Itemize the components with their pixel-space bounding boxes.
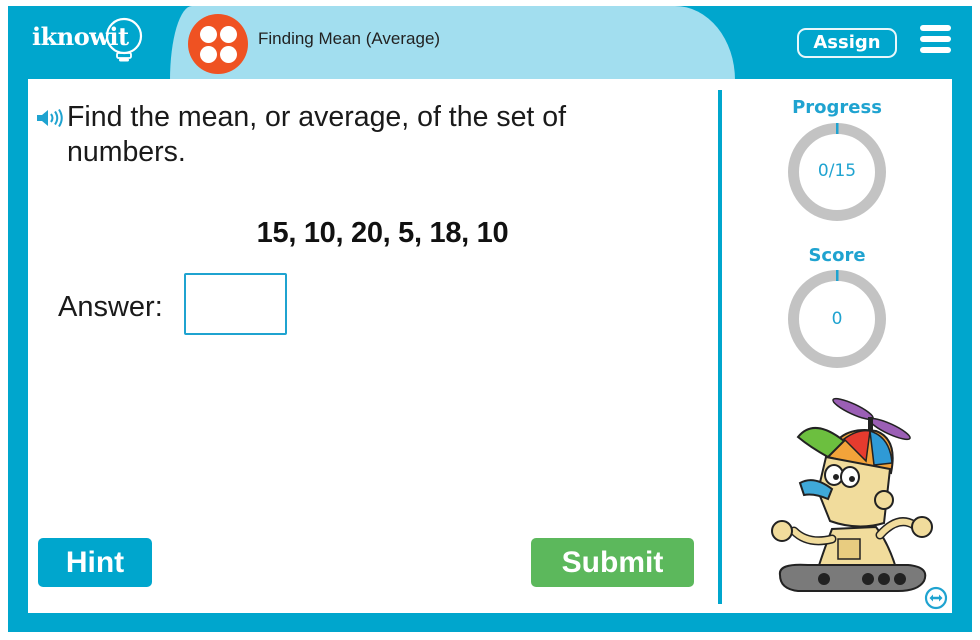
number-set: 15, 10, 20, 5, 18, 10 [256, 217, 509, 249]
progress-label: Progress [792, 97, 882, 118]
activity-title: Finding Mean (Average) [258, 29, 441, 48]
robot-mascot [771, 397, 933, 592]
progress-value: 0/15 [817, 161, 857, 181]
submit-button[interactable]: Submit [531, 538, 694, 587]
score-ring-marker [836, 270, 839, 281]
activity-header-tab [170, 6, 735, 80]
answer-label: Answer: [58, 291, 163, 323]
panel-divider [718, 90, 722, 604]
hamburger-menu-icon[interactable] [920, 25, 952, 55]
left-right-arrow-icon[interactable] [924, 586, 948, 610]
score-value: 0 [831, 309, 843, 329]
iknowit-logo[interactable]: iknowit [32, 16, 152, 64]
speaker-icon[interactable] [36, 108, 64, 128]
question-prompt: Find the mean, or average, of the set of… [67, 101, 567, 168]
answer-input[interactable] [184, 273, 287, 335]
four-dots-icon [188, 14, 248, 74]
score-label: Score [808, 245, 866, 266]
assign-button[interactable]: Assign [797, 28, 897, 58]
progress-ring-marker [836, 123, 839, 134]
hint-button[interactable]: Hint [38, 538, 152, 587]
lightbulb-icon [105, 17, 143, 62]
